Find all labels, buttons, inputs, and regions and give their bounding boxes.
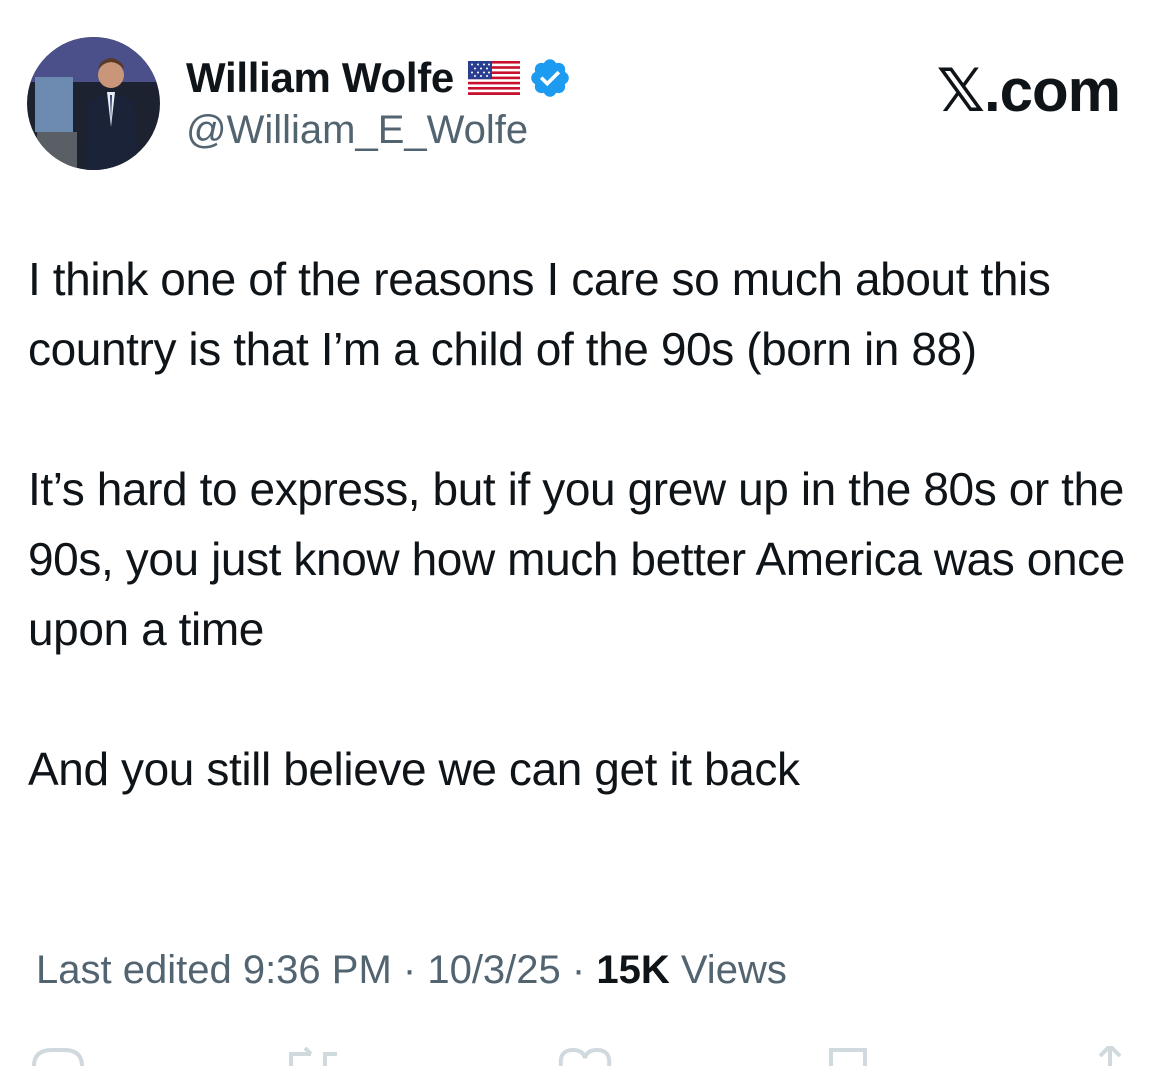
views-label: Views <box>669 948 787 992</box>
tweet-paragraph: And you still believe we can get it back <box>28 743 800 795</box>
repost-icon[interactable] <box>285 1046 345 1066</box>
avatar-photo <box>27 37 160 170</box>
display-name[interactable]: William Wolfe <box>186 54 454 102</box>
tweet-text: I think one of the reasons I care so muc… <box>28 244 1148 804</box>
tweet-meta: Last edited 9:36 PM · 10/3/25 · 15K View… <box>36 948 787 993</box>
tweet-paragraph: It’s hard to express, but if you grew up… <box>28 463 1125 655</box>
action-bar <box>0 1040 1170 1066</box>
author-handle[interactable]: @William_E_Wolfe <box>186 108 528 153</box>
meta-separator: · <box>391 948 428 992</box>
views-count: 15K <box>596 948 670 992</box>
bookmark-icon[interactable] <box>825 1046 875 1066</box>
verified-badge-icon <box>528 56 572 100</box>
author-name-row: William Wolfe <box>186 50 572 106</box>
share-icon[interactable] <box>1085 1046 1135 1066</box>
tweet-date[interactable]: 10/3/25 <box>427 948 560 992</box>
like-icon[interactable] <box>555 1046 615 1066</box>
tweet-paragraph: I think one of the reasons I care so muc… <box>28 253 1051 375</box>
brand-label: 𝕏.com <box>936 57 1121 124</box>
avatar[interactable] <box>27 37 160 170</box>
meta-separator: · <box>560 948 597 992</box>
reply-icon[interactable] <box>30 1046 90 1066</box>
edited-label[interactable]: Last edited 9:36 PM <box>36 948 392 992</box>
us-flag-icon <box>467 61 520 95</box>
